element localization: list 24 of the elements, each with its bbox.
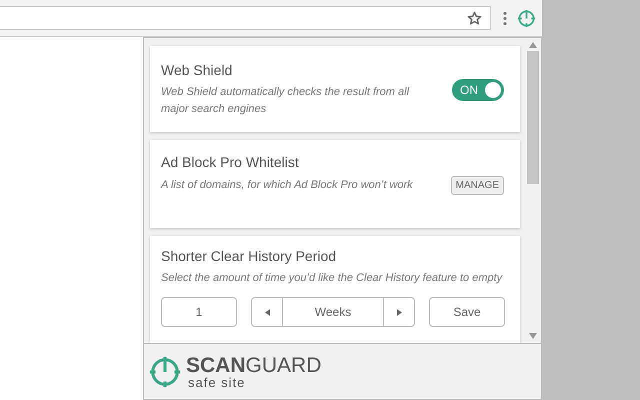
crosshair-icon[interactable] bbox=[517, 8, 536, 28]
save-button[interactable]: Save bbox=[429, 297, 505, 327]
scrollbar-thumb[interactable] bbox=[526, 51, 538, 184]
unit-selector[interactable]: Weeks bbox=[251, 297, 415, 327]
brand-logo: SCANGUARD bbox=[186, 354, 322, 376]
caret-left-icon bbox=[264, 308, 270, 316]
scroll-up-icon[interactable] bbox=[528, 42, 536, 48]
card-description: Select the amount of time you’d like the Clear History feature to empty bbox=[161, 271, 504, 286]
crosshair-icon bbox=[148, 354, 182, 388]
brand-tagline: safe site bbox=[188, 376, 246, 388]
star-icon[interactable] bbox=[467, 10, 482, 26]
card-description: Web Shield automatically checks the result from all major search engines bbox=[161, 85, 410, 117]
card-description: A list of domains, for which Ad Block Pro won’t work bbox=[161, 178, 413, 193]
card-title: Shorter Clear History Period bbox=[161, 248, 338, 264]
toggle-switch[interactable]: ON bbox=[452, 79, 504, 101]
caret-right-icon bbox=[396, 308, 402, 316]
amount-field[interactable]: 1 bbox=[161, 297, 237, 327]
unit-value: Weeks bbox=[282, 298, 384, 326]
address-field[interactable] bbox=[0, 6, 491, 30]
manage-button[interactable]: MANAGE bbox=[450, 176, 504, 195]
scroll-down-icon[interactable] bbox=[528, 333, 536, 339]
card-title: Web Shield bbox=[161, 62, 234, 78]
card-title: Ad Block Pro Whitelist bbox=[161, 154, 300, 170]
menu-icon[interactable] bbox=[503, 10, 507, 26]
